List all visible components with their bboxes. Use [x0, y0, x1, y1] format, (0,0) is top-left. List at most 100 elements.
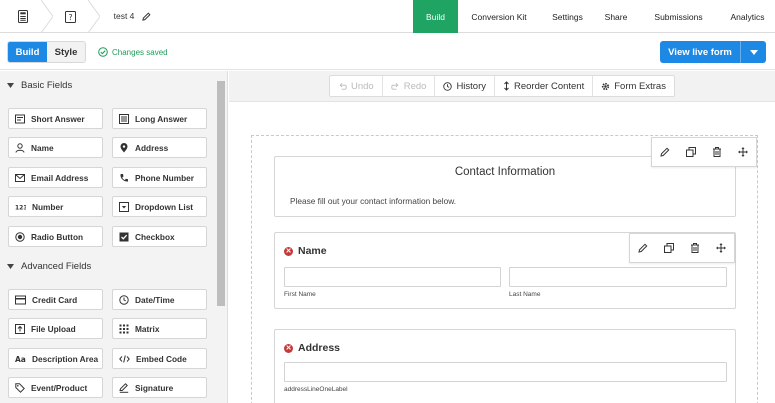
last-name-sublabel: Last Name	[509, 291, 541, 298]
field-dropdown-list[interactable]: Dropdown List	[112, 196, 207, 217]
svg-text:?: ?	[68, 13, 72, 22]
view-live-form-label[interactable]: View live form	[660, 41, 741, 63]
tab-share[interactable]: Share	[595, 0, 637, 33]
field-label: Date/Time	[135, 294, 175, 305]
radio-icon	[15, 231, 25, 242]
form-extras-button[interactable]: Form Extras	[593, 76, 674, 96]
caret-down-icon	[749, 49, 758, 55]
field-signature[interactable]: Signature	[112, 377, 207, 398]
field-checkbox[interactable]: Checkbox	[112, 226, 207, 247]
tab-build[interactable]: Build	[413, 0, 458, 33]
sidebar-scrollbar[interactable]	[216, 81, 226, 403]
field-credit-card[interactable]: Credit Card	[8, 289, 103, 310]
envelope-icon	[15, 173, 25, 182]
copy-icon	[686, 147, 696, 157]
field-short-answer[interactable]: Short Answer	[8, 108, 103, 129]
field-label: Radio Button	[31, 231, 84, 242]
delete-button[interactable]	[682, 234, 708, 262]
gear-icon	[602, 82, 610, 90]
form-extras-label: Form Extras	[614, 80, 666, 92]
undo-button[interactable]: Undo	[330, 76, 383, 96]
field-number[interactable]: 123 Number	[8, 196, 103, 217]
first-name-input[interactable]	[284, 267, 501, 287]
advanced-fields-header[interactable]: Advanced Fields	[7, 261, 91, 272]
grid-icon	[119, 324, 129, 333]
field-description-area[interactable]: Aa Description Area	[8, 348, 103, 369]
pencil-edit-icon[interactable]	[142, 11, 151, 21]
field-phone-number[interactable]: Phone Number	[112, 167, 207, 188]
tab-analytics[interactable]: Analytics	[720, 0, 775, 33]
redo-icon	[391, 82, 399, 90]
field-file-upload[interactable]: File Upload	[8, 318, 103, 339]
delete-button[interactable]	[704, 138, 730, 166]
save-status-text: Changes saved	[112, 47, 168, 57]
duplicate-button[interactable]	[678, 138, 704, 166]
field-embed-code[interactable]: Embed Code	[112, 348, 207, 369]
move-handle[interactable]	[730, 138, 756, 166]
field-email-address[interactable]: Email Address	[8, 167, 103, 188]
copy-icon	[664, 243, 674, 253]
number-123-icon: 123	[15, 204, 26, 211]
question-actions	[629, 233, 735, 263]
field-label: Credit Card	[32, 294, 78, 305]
main-tabs: Build Conversion Kit Settings Share Subm…	[413, 0, 775, 33]
scrollbar-thumb[interactable]	[217, 81, 225, 306]
field-matrix[interactable]: Matrix	[112, 318, 207, 339]
move-arrows-icon	[738, 147, 748, 157]
form-icon-button[interactable]: ?	[47, 0, 100, 33]
reorder-arrows-icon	[504, 81, 509, 91]
long-answer-icon	[119, 113, 129, 124]
field-label: Phone Number	[135, 172, 195, 183]
advanced-fields-title: Advanced Fields	[21, 261, 92, 272]
build-mode-button[interactable]: Build	[8, 42, 47, 62]
field-radio-button[interactable]: Radio Button	[8, 226, 103, 247]
duplicate-button[interactable]	[656, 234, 682, 262]
tab-settings[interactable]: Settings	[540, 0, 595, 33]
move-handle[interactable]	[708, 234, 734, 262]
section-description: Please fill out your contact information…	[290, 196, 457, 206]
form-canvas-area: Undo Redo History Reorder Content Form E…	[229, 71, 775, 403]
redo-label: Redo	[403, 80, 427, 92]
form-title[interactable]: test 4	[114, 11, 135, 21]
view-live-form-button[interactable]: View live form	[660, 41, 766, 63]
field-name[interactable]: Name	[8, 137, 103, 158]
history-label: History	[456, 80, 486, 92]
history-button[interactable]: History	[435, 76, 495, 96]
field-event-product[interactable]: Event/Product	[8, 377, 103, 398]
field-date-time[interactable]: Date/Time	[112, 289, 207, 310]
tag-icon	[15, 382, 25, 393]
field-long-answer[interactable]: Long Answer	[112, 108, 207, 129]
tab-conversion-kit[interactable]: Conversion Kit	[458, 0, 540, 33]
live-form-dropdown[interactable]	[741, 41, 766, 63]
credit-card-icon	[15, 295, 26, 304]
builder-subbar: Build Style Changes saved View live form	[0, 33, 775, 70]
question-card-address[interactable]: ✕ Address addressLineOneLabel	[274, 329, 736, 403]
redo-button[interactable]: Redo	[383, 76, 436, 96]
basic-fields-header[interactable]: Basic Fields	[7, 80, 72, 91]
form-canvas: Contact Information Please fill out your…	[229, 101, 775, 403]
caret-down-icon	[7, 83, 14, 88]
edit-button[interactable]	[630, 234, 656, 262]
address-line-one-input[interactable]	[284, 362, 727, 382]
form-title-area: test 4	[94, 0, 413, 32]
last-name-input[interactable]	[509, 267, 727, 287]
tab-submissions[interactable]: Submissions	[637, 0, 720, 33]
address-line-one-sublabel: addressLineOneLabel	[284, 386, 348, 393]
check-circle-icon	[98, 47, 108, 57]
trash-icon	[713, 147, 721, 157]
canvas-toolbar: Undo Redo History Reorder Content Form E…	[329, 75, 675, 97]
field-address[interactable]: Address	[112, 137, 207, 158]
form-question-icon: ?	[64, 10, 76, 23]
edit-button[interactable]	[652, 138, 678, 166]
undo-icon	[339, 82, 347, 90]
text-aa-icon: Aa	[15, 355, 26, 364]
svg-text:Aa: Aa	[15, 355, 26, 364]
forms-list-button[interactable]	[0, 0, 53, 33]
basic-fields-title: Basic Fields	[21, 80, 73, 91]
reorder-label: Reorder Content	[514, 80, 585, 92]
breadcrumb-chevron-icon	[40, 0, 53, 33]
field-label: Matrix	[135, 323, 160, 334]
question-label-name: ✕ Name	[284, 245, 327, 257]
style-mode-button[interactable]: Style	[47, 42, 85, 62]
reorder-content-button[interactable]: Reorder Content	[495, 76, 594, 96]
